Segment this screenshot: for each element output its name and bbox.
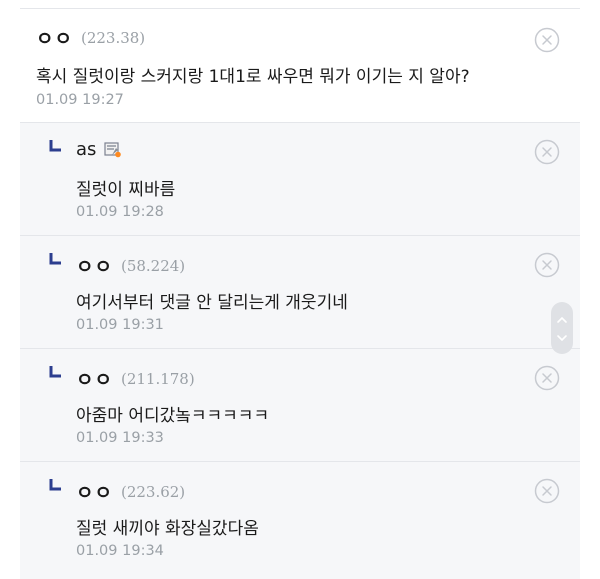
reply-header: ㅇㅇ (58.224): [76, 252, 185, 279]
gallery-manager-badge-icon: [104, 141, 122, 157]
reply-ip: (58.224): [120, 256, 186, 275]
reply-text: 여기서부터 댓글 안 달리는게 개웃기네: [76, 293, 348, 313]
reply-time: 01.09 19:31: [76, 317, 164, 333]
scroll-control[interactable]: [551, 302, 573, 354]
reply-nickname[interactable]: as: [76, 139, 96, 160]
reply-arrow-icon: [49, 253, 61, 265]
close-circle-icon: [534, 478, 560, 504]
delete-comment-button[interactable]: [534, 27, 560, 53]
reply-header: ㅇㅇ (211.178): [76, 365, 195, 392]
delete-reply-button[interactable]: [534, 478, 560, 504]
close-circle-icon: [534, 365, 560, 391]
comment-thread: ㅇㅇ (223.38) 혹시 질럿이랑 스커지랑 1대1로 싸우면 뭐가 이기는…: [0, 0, 600, 579]
reply-text: 질럿 새끼야 화장실갔다옴: [76, 519, 259, 539]
reply-text: 질럿이 찌바름: [76, 180, 176, 200]
reply-item: ㅇㅇ (223.62) 질럿 새끼야 화장실갔다옴 01.09 19:34: [20, 462, 580, 579]
delete-reply-button[interactable]: [534, 139, 560, 165]
reply-item: ㅇㅇ (58.224) 여기서부터 댓글 안 달리는게 개웃기네 01.09 1…: [20, 236, 580, 349]
reply-ip: (223.62): [120, 482, 186, 501]
reply-item: as 질럿이 찌바름 01.09 19:28: [20, 123, 580, 236]
comment-item: ㅇㅇ (223.38) 혹시 질럿이랑 스커지랑 1대1로 싸우면 뭐가 이기는…: [20, 9, 580, 123]
reply-arrow-icon: [49, 140, 61, 152]
reply-time: 01.09 19:28: [76, 204, 164, 220]
reply-ip: (211.178): [120, 369, 195, 388]
close-circle-icon: [534, 252, 560, 278]
chevron-down-icon[interactable]: [556, 332, 568, 344]
reply-nickname[interactable]: ㅇㅇ: [76, 365, 113, 392]
comment-ip: (223.38): [80, 28, 146, 47]
reply-header: ㅇㅇ (223.62): [76, 478, 185, 505]
close-circle-icon: [534, 139, 560, 165]
delete-reply-button[interactable]: [534, 252, 560, 278]
chevron-up-icon[interactable]: [556, 314, 568, 326]
reply-arrow-icon: [49, 366, 61, 378]
comment-time: 01.09 19:27: [36, 92, 124, 108]
reply-arrow-icon: [49, 479, 61, 491]
comment-nickname[interactable]: ㅇㅇ: [36, 24, 73, 51]
reply-item: ㅇㅇ (211.178) 아줌마 어디갔놐ㅋㅋㅋㅋㅋ 01.09 19:33: [20, 349, 580, 462]
reply-text: 아줌마 어디갔놐ㅋㅋㅋㅋㅋ: [76, 406, 270, 426]
reply-header: as: [76, 139, 122, 160]
reply-time: 01.09 19:34: [76, 543, 164, 559]
delete-reply-button[interactable]: [534, 365, 560, 391]
comment-text: 혹시 질럿이랑 스커지랑 1대1로 싸우면 뭐가 이기는 지 알아?: [36, 67, 470, 87]
comment-header: ㅇㅇ (223.38): [36, 24, 145, 51]
reply-nickname[interactable]: ㅇㅇ: [76, 478, 113, 505]
reply-nickname[interactable]: ㅇㅇ: [76, 252, 113, 279]
close-circle-icon: [534, 27, 560, 53]
reply-time: 01.09 19:33: [76, 430, 164, 446]
